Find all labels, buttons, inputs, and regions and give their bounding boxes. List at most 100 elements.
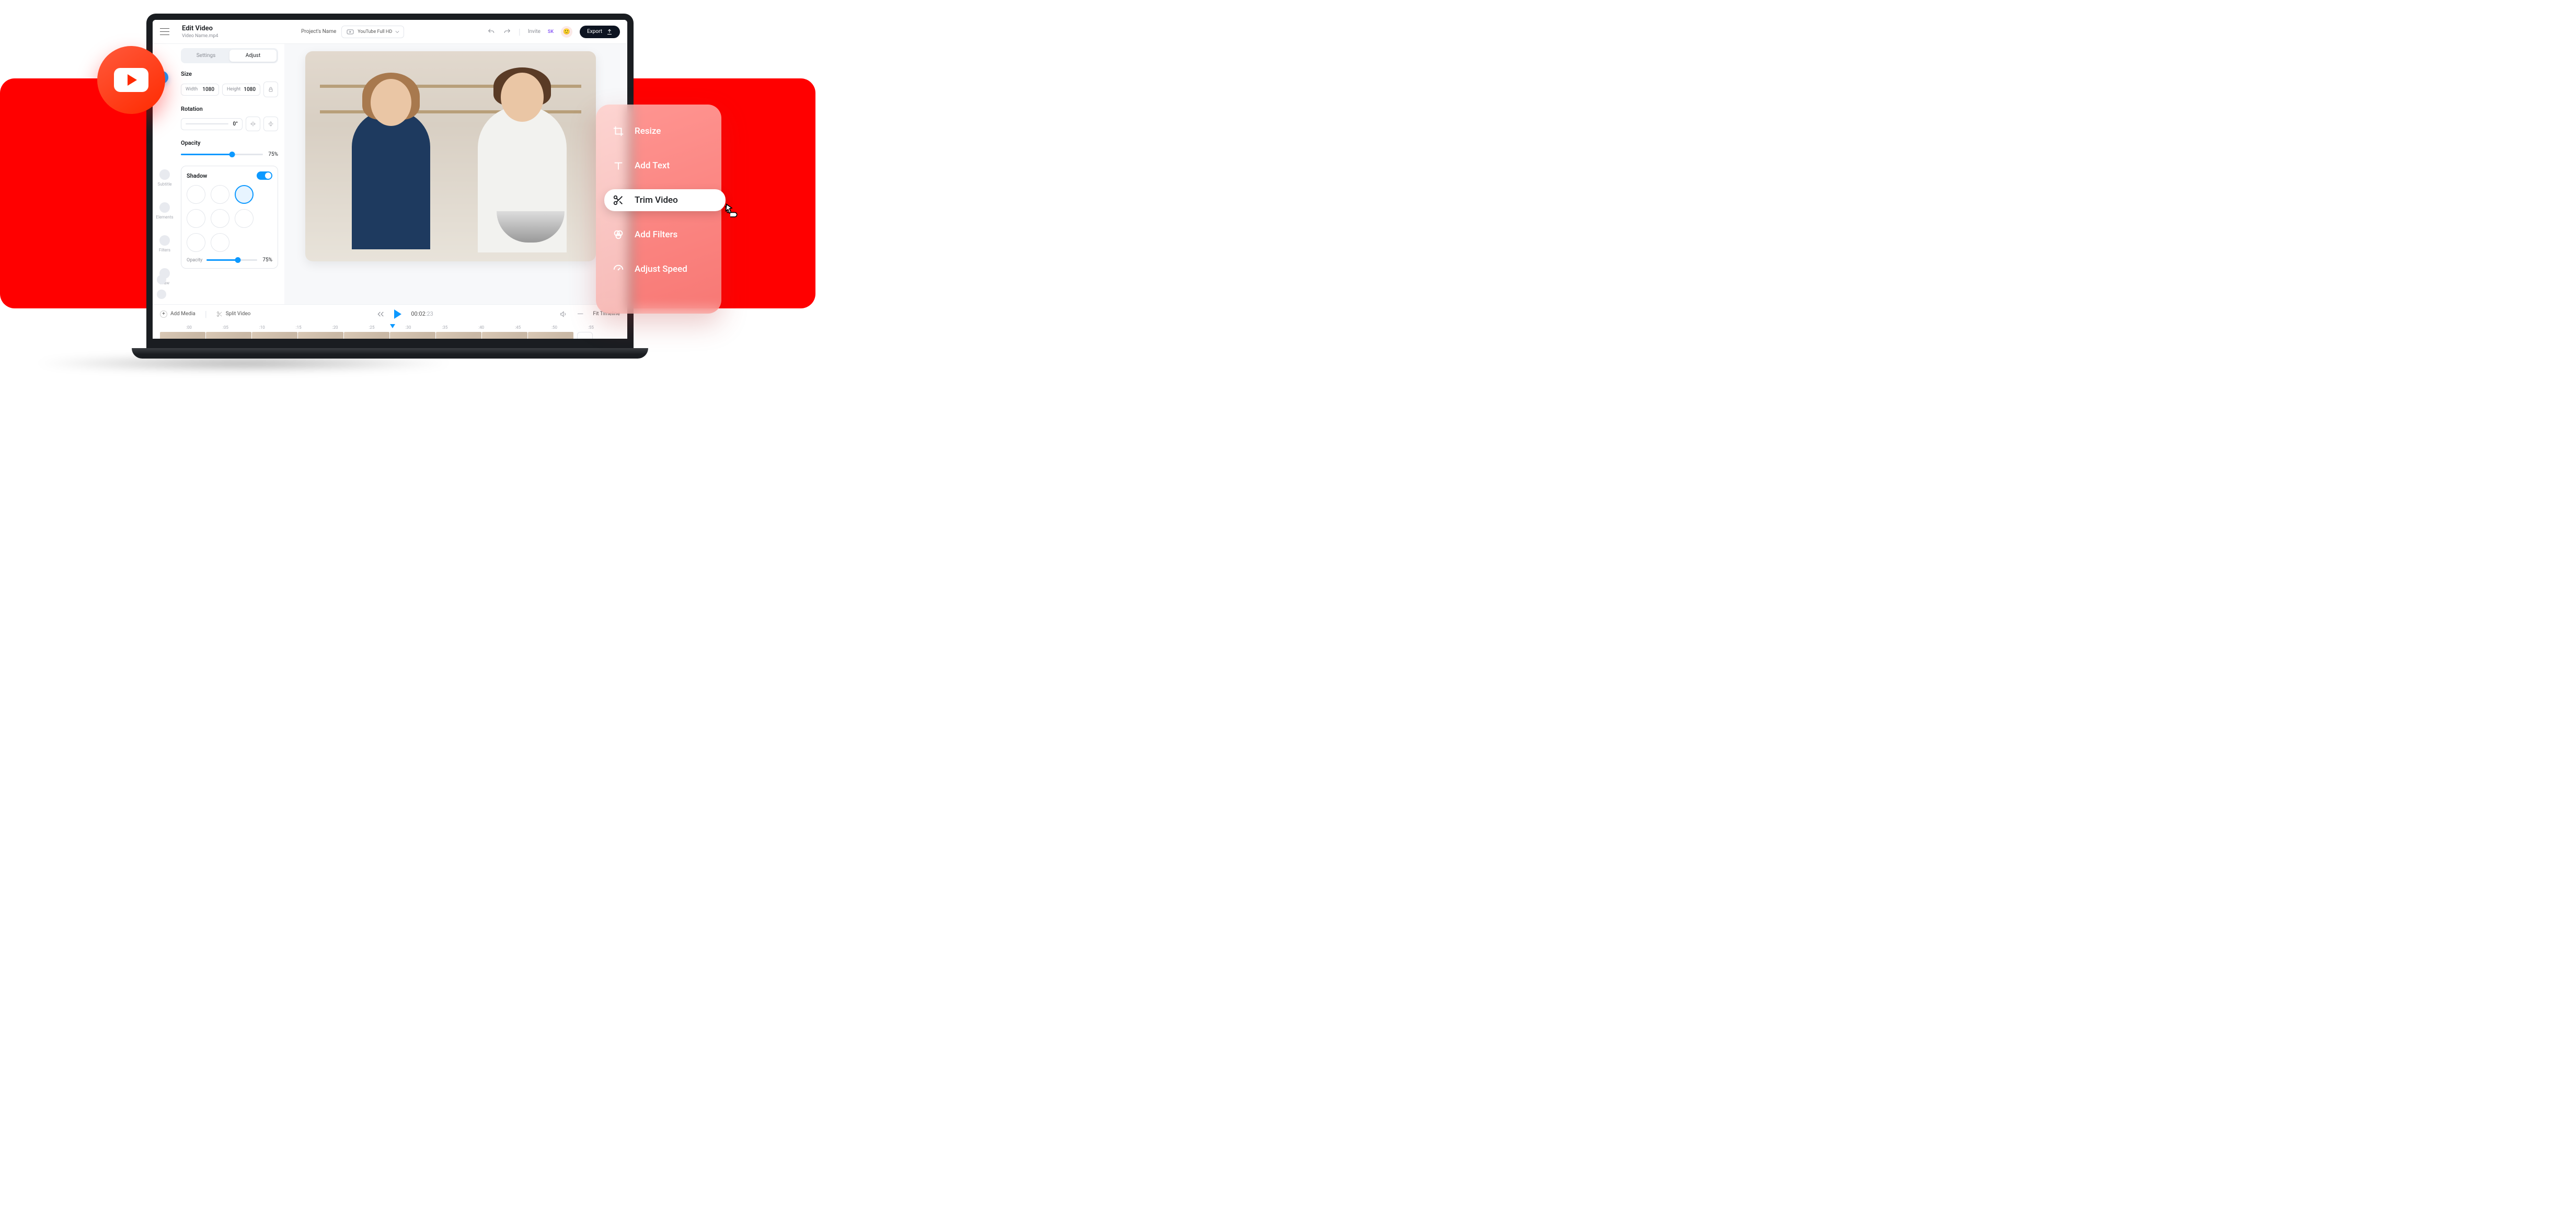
feedback-icon[interactable] [157,290,166,299]
popover-add-filters[interactable]: Add Filters [604,224,713,246]
clip-thumb[interactable] [344,332,389,348]
opacity-slider[interactable] [181,154,263,155]
shadow-card: Shadow Opacity [181,166,278,269]
lock-aspect-button[interactable] [263,82,278,97]
size-label: Size [181,71,278,77]
scissors-icon [216,311,223,317]
rail-elements[interactable]: Elements [156,202,173,220]
clip-thumb[interactable] [206,332,251,348]
popover-resize[interactable]: Resize [604,120,713,142]
filters-icon [613,229,624,240]
popover-adjust-speed[interactable]: Adjust Speed [604,258,713,280]
shadow-opacity-slider[interactable] [206,259,257,261]
play-triangle-icon [128,74,137,86]
shadow-swatch-selected[interactable] [235,185,254,204]
canvas-area [284,44,627,304]
top-right: | Invite SK 🙂 Export [487,26,620,38]
timecode: 00:02:23 [411,310,433,317]
lock-icon [268,86,274,93]
shadow-opacity-label: Opacity [187,258,202,263]
opacity-label: Opacity [181,140,278,146]
tab-settings[interactable]: Settings [182,50,229,62]
shadow-swatch[interactable] [211,233,229,252]
flip-vertical-button[interactable] [263,117,278,131]
cursor-icon [721,203,739,221]
shadow-label: Shadow [187,172,207,179]
playhead[interactable] [390,324,395,328]
flip-horizontal-button[interactable] [246,117,260,131]
youtube-badge [97,46,165,114]
laptop-base [132,348,648,359]
timeline-ruler: :00 :05 :10 :15 :20 :25 :30 :35 :40 :45 … [160,325,620,332]
app-body: Subtitle Elements Filters Draw Settings … [153,44,627,304]
clip-thumb[interactable] [298,332,343,348]
project-name[interactable]: Project's Name [301,29,336,34]
width-field[interactable]: Width 1080 [181,84,219,96]
flip-v-icon [268,121,274,127]
shadow-swatch[interactable] [211,185,229,204]
subtitle-icon [159,169,170,180]
filters-icon [159,235,170,246]
chevron-down-icon [395,30,399,34]
video-frame [305,51,596,261]
rewind-icon[interactable] [376,310,385,318]
shadow-swatch[interactable] [187,233,205,252]
rotation-label: Rotation [181,106,278,112]
speed-icon [613,263,624,275]
clip-thumb[interactable] [390,332,435,348]
crop-icon [613,125,624,137]
shadow-swatch[interactable] [187,185,205,204]
clip-track[interactable]: + [160,332,620,348]
file-name: Video Name.mp4 [182,33,218,39]
laptop-mockup: Edit Video Video Name.mp4 Project's Name… [146,14,634,363]
avatar[interactable]: 🙂 [561,26,572,38]
height-field[interactable]: Height 1080 [222,84,260,96]
rotation-field[interactable]: 0° [181,118,243,130]
youtube-icon [346,28,354,36]
action-popover: Resize Add Text Trim Video Add Filters A… [596,105,721,314]
opacity-section: Opacity 75% [181,140,278,157]
rail-subtitle[interactable]: Subtitle [157,169,171,187]
tab-adjust[interactable]: Adjust [229,50,277,62]
add-media-button[interactable]: + Add Media [160,310,196,318]
popover-trim-video[interactable]: Trim Video [604,189,726,211]
clip-thumb[interactable] [528,332,573,348]
shadow-swatches [187,185,272,252]
clip-thumb[interactable] [160,332,205,348]
clip-thumb[interactable] [436,332,481,348]
format-selector[interactable]: YouTube Full HD [341,26,404,38]
clip-thumb[interactable] [252,332,297,348]
format-label: YouTube Full HD [358,29,392,34]
split-video-button[interactable]: Split Video [216,311,251,317]
shadow-swatch[interactable] [211,209,229,228]
user-initials[interactable]: SK [548,29,554,34]
page-title: Edit Video [182,25,218,32]
volume-icon[interactable] [559,310,568,318]
add-clip-button[interactable]: + [577,332,593,348]
redo-icon[interactable] [503,28,511,36]
popover-add-text[interactable]: Add Text [604,155,713,177]
shadow-opacity-value: 75% [262,257,272,263]
size-section: Size Width 1080 Height 1080 [181,71,278,97]
clip-thumb[interactable] [482,332,527,348]
invite-link[interactable]: Invite [528,29,540,34]
shadow-toggle[interactable] [257,171,272,180]
rotation-track [186,123,228,124]
elements-icon [159,202,170,213]
undo-icon[interactable] [487,28,496,36]
opacity-value: 75% [268,152,278,157]
plus-icon: + [160,310,167,318]
menu-icon[interactable] [160,27,169,37]
help-icon[interactable] [157,275,166,284]
sidebar: Settings Adjust Size Width 1080 Height 1… [177,44,284,304]
sidebar-tabs: Settings Adjust [181,48,278,63]
rail-filters[interactable]: Filters [159,235,170,252]
top-bar: Edit Video Video Name.mp4 Project's Name… [153,20,627,44]
export-label: Export [587,29,602,34]
shadow-swatch[interactable] [187,209,205,228]
play-button[interactable] [394,309,401,319]
video-canvas[interactable] [305,51,596,261]
title-block: Edit Video Video Name.mp4 [182,25,218,39]
shadow-swatch[interactable] [235,209,254,228]
export-button[interactable]: Export [580,26,620,38]
